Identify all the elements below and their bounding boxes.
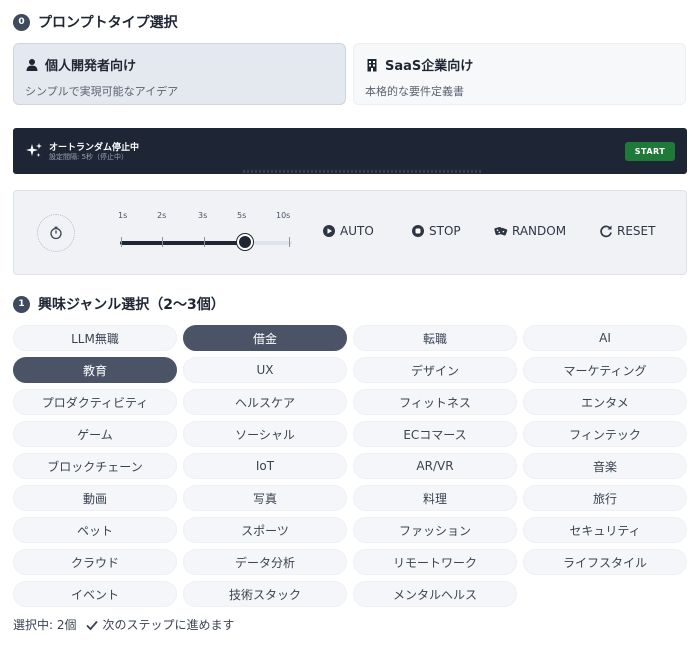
stop-button[interactable]: STOP bbox=[411, 224, 461, 238]
genre-chip[interactable]: ECコマース bbox=[353, 421, 517, 447]
start-button[interactable]: START bbox=[625, 142, 675, 161]
reset-button-label: RESET bbox=[617, 224, 656, 238]
step1-header: 1 興味ジャンル選択（2〜3個） bbox=[13, 294, 225, 314]
genre-chip-grid: LLM無職 借金 転職 AI 教育 UX デザイン マーケティングプロダクティビティ ヘルスケア… bbox=[13, 325, 687, 607]
genre-chip[interactable]: エンタメ bbox=[523, 389, 687, 415]
genre-chip[interactable]: リモートワーク bbox=[353, 549, 517, 575]
genre-chip[interactable]: マーケティング bbox=[523, 357, 687, 383]
genre-chip[interactable]: AI bbox=[523, 325, 687, 351]
genre-chip[interactable]: UX bbox=[183, 357, 347, 383]
check-icon bbox=[85, 618, 99, 632]
genre-chip[interactable]: クラウド bbox=[13, 549, 177, 575]
slider-tick bbox=[162, 237, 163, 247]
slider-tick bbox=[289, 237, 290, 247]
prompt-type-desc: シンプルで実現可能なアイデア bbox=[25, 85, 179, 98]
genre-chip[interactable]: 転職 bbox=[353, 325, 517, 351]
stop-circle-icon bbox=[411, 224, 425, 238]
step0-badge: 0 bbox=[13, 13, 30, 31]
auto-random-banner: オートランダム停止中 設定間隔: 5秒（停止中） START bbox=[13, 128, 687, 174]
banner-subtitle: 設定間隔: 5秒（停止中） bbox=[49, 153, 129, 161]
genre-chip[interactable]: IoT bbox=[183, 453, 347, 479]
genre-chip[interactable]: AR/VR bbox=[353, 453, 517, 479]
genre-chip[interactable]: 借金 bbox=[183, 325, 347, 351]
banner-divider bbox=[243, 170, 483, 173]
slider-tick bbox=[204, 237, 205, 247]
auto-button-label: AUTO bbox=[340, 224, 374, 238]
interval-tick-label: 3s bbox=[198, 211, 208, 220]
genre-chip[interactable]: ペット bbox=[13, 517, 177, 543]
sparkle-icon bbox=[25, 142, 43, 160]
genre-chip[interactable]: フィットネス bbox=[353, 389, 517, 415]
slider-tick bbox=[121, 237, 122, 247]
reset-button[interactable]: RESET bbox=[599, 224, 655, 238]
refresh-icon bbox=[599, 224, 613, 238]
genre-chip[interactable]: データ分析 bbox=[183, 549, 347, 575]
auto-button[interactable]: AUTO bbox=[322, 224, 374, 238]
genre-chip[interactable]: 写真 bbox=[183, 485, 347, 511]
genre-chip[interactable]: 教育 bbox=[13, 357, 177, 383]
genre-chip[interactable]: スポーツ bbox=[183, 517, 347, 543]
genre-chip[interactable]: 技術スタック bbox=[183, 581, 347, 607]
building-icon bbox=[365, 58, 379, 72]
prompt-type-title: SaaS企業向け bbox=[385, 59, 474, 74]
timer-icon bbox=[37, 214, 75, 252]
genre-chip[interactable]: 料理 bbox=[353, 485, 517, 511]
step1-title: 興味ジャンル選択（2〜3個） bbox=[38, 297, 225, 313]
genre-chip[interactable]: イベント bbox=[13, 581, 177, 607]
genre-chip[interactable]: プロダクティビティ bbox=[13, 389, 177, 415]
prompt-type-title: 個人開発者向け bbox=[45, 59, 137, 74]
genre-chip[interactable]: デザイン bbox=[353, 357, 517, 383]
selection-message: 次のステップに進めます bbox=[102, 618, 235, 632]
interval-tick-label: 10s bbox=[276, 211, 291, 220]
interval-slider-track[interactable] bbox=[120, 241, 292, 245]
person-icon bbox=[25, 58, 39, 72]
interval-slider-fill bbox=[120, 241, 245, 245]
stop-button-label: STOP bbox=[429, 224, 461, 238]
genre-chip[interactable]: ブロックチェーン bbox=[13, 453, 177, 479]
genre-chip[interactable]: ソーシャル bbox=[183, 421, 347, 447]
prompt-type-desc: 本格的な要件定義書 bbox=[365, 85, 464, 98]
step1-badge: 1 bbox=[13, 295, 30, 313]
genre-chip[interactable]: 動画 bbox=[13, 485, 177, 511]
interval-slider-thumb[interactable] bbox=[237, 234, 253, 250]
random-button[interactable]: RANDOM bbox=[494, 224, 566, 238]
genre-chip[interactable]: ヘルスケア bbox=[183, 389, 347, 415]
selection-count: 選択中: 2個 bbox=[13, 618, 77, 632]
genre-chip[interactable]: フィンテック bbox=[523, 421, 687, 447]
prompt-type-card-individual[interactable]: 個人開発者向け シンプルで実現可能なアイデア bbox=[13, 43, 346, 105]
genre-chip[interactable]: ファッション bbox=[353, 517, 517, 543]
step0-header: 0 プロンプトタイプ選択 bbox=[13, 12, 178, 32]
interval-tick-label: 2s bbox=[157, 211, 167, 220]
auto-control-panel: 1s 2s 3s 5s 10s AUTO STOP RANDOM RESET bbox=[13, 190, 687, 275]
interval-tick-label: 1s bbox=[118, 211, 128, 220]
step0-title: プロンプトタイプ選択 bbox=[38, 15, 178, 31]
genre-chip[interactable]: 旅行 bbox=[523, 485, 687, 511]
prompt-type-card-saas[interactable]: SaaS企業向け 本格的な要件定義書 bbox=[353, 43, 686, 105]
play-circle-icon bbox=[322, 224, 336, 238]
genre-chip[interactable]: メンタルヘルス bbox=[353, 581, 517, 607]
genre-chip[interactable]: 音楽 bbox=[523, 453, 687, 479]
selection-status: 選択中: 2個 次のステップに進めます bbox=[13, 616, 235, 633]
random-button-label: RANDOM bbox=[512, 224, 567, 238]
genre-chip[interactable]: セキュリティ bbox=[523, 517, 687, 543]
genre-chip[interactable]: ライフスタイル bbox=[523, 549, 687, 575]
genre-chip[interactable]: LLM無職 bbox=[13, 325, 177, 351]
interval-tick-label: 5s bbox=[237, 211, 247, 220]
dice-icon bbox=[494, 224, 508, 238]
genre-chip[interactable]: ゲーム bbox=[13, 421, 177, 447]
